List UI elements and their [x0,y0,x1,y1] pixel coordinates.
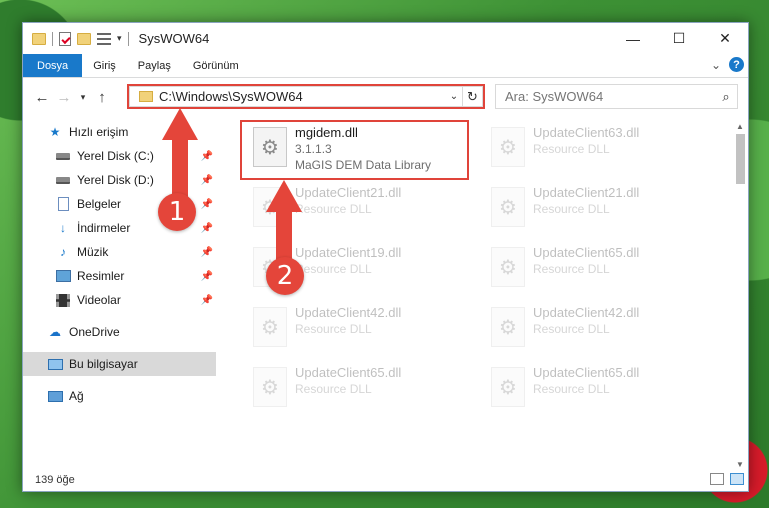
step-2-badge: 2 [266,257,304,295]
arrow-2-shape [266,180,302,265]
arrow-1-shape [162,108,198,205]
step-1-badge: 1 [158,193,196,231]
annotation-arrows [162,108,302,265]
